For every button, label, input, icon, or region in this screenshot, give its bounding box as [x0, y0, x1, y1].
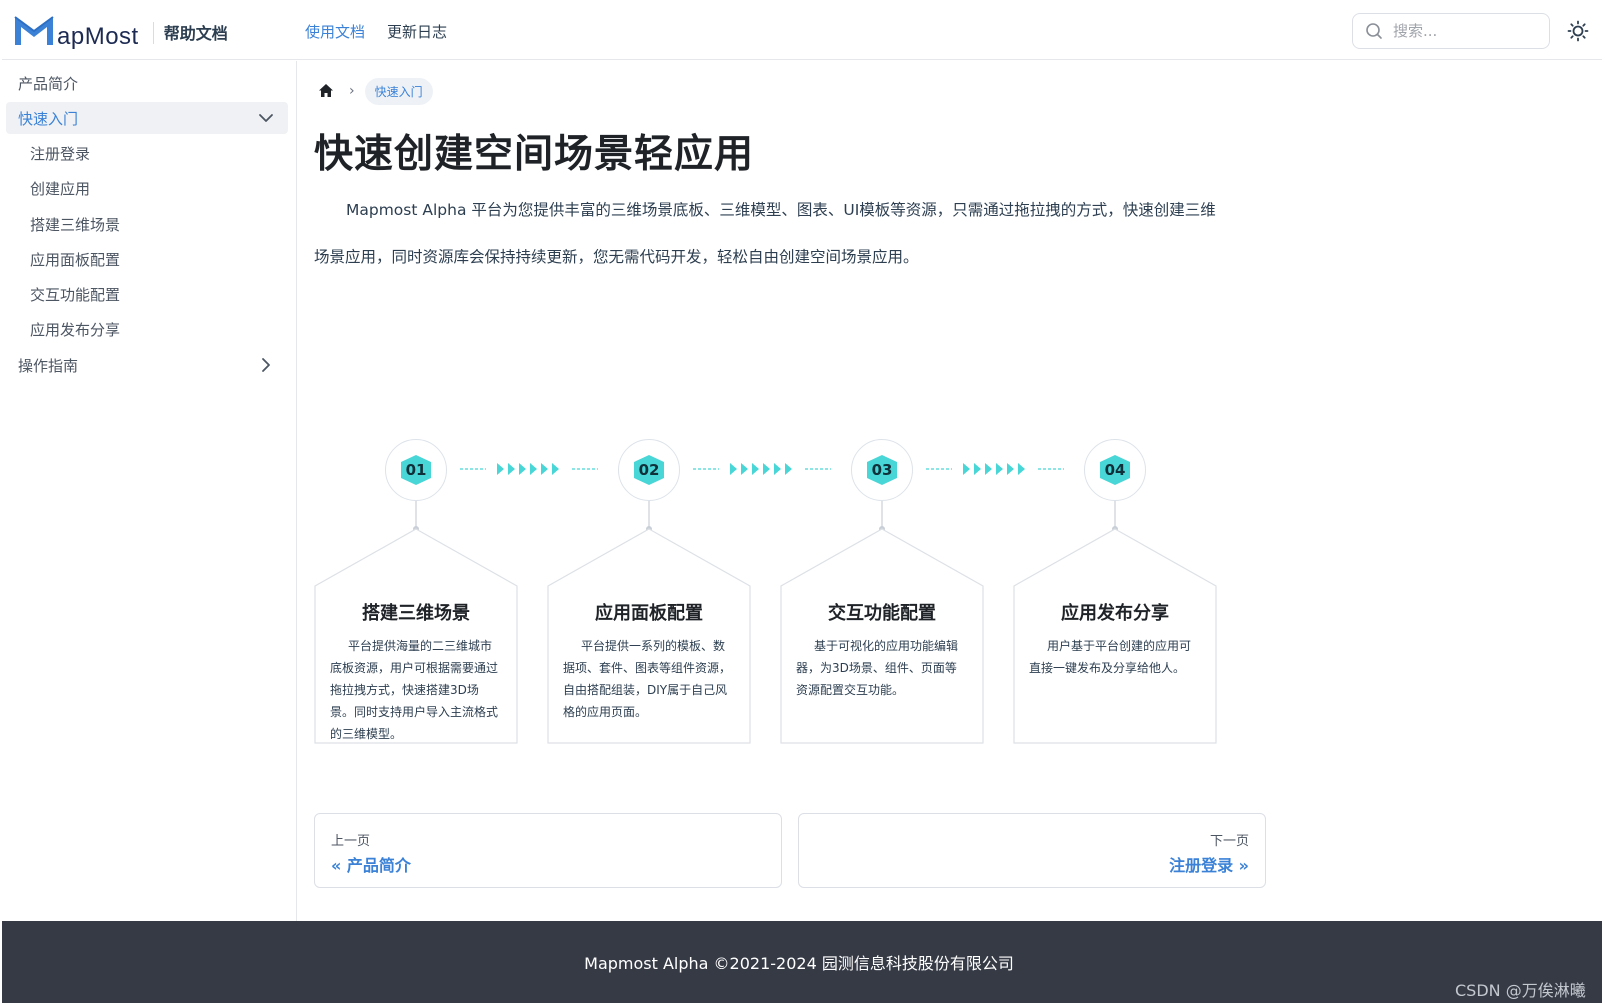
sidebar-item-label: 创建应用: [30, 179, 91, 198]
step-title: 搭建三维场景: [362, 603, 470, 624]
page-footer: Mapmost Alpha ©2021-2024 园测信息科技股份有限公司: [2, 921, 1602, 1003]
top-nav: 使用文档 更新日志: [305, 21, 447, 42]
main-content: › 快速入门 快速创建空间场景轻应用 Mapmost Alpha 平台为您提供丰…: [313, 61, 1583, 921]
logo-divider: [152, 22, 154, 44]
site-name: 帮助文档: [163, 24, 228, 43]
page-title: 快速创建空间场景轻应用: [314, 132, 755, 177]
sidebar-item-build-3d-scene[interactable]: 搭建三维场景: [6, 208, 288, 240]
sidebar-item-label: 快速入门: [18, 109, 79, 128]
step-number: 03: [871, 461, 893, 479]
sidebar-item-label: 应用面板配置: [30, 250, 121, 269]
step-number: 04: [1104, 461, 1126, 479]
step-number-badge: 02: [618, 439, 680, 501]
chevron-right-icon[interactable]: [258, 357, 274, 373]
breadcrumb-current[interactable]: 快速入门: [364, 77, 433, 105]
prev-page-link[interactable]: 上一页 « 产品简介: [314, 813, 782, 888]
intro-paragraph: Mapmost Alpha 平台为您提供丰富的三维场景底板、三维模型、图表、UI…: [314, 201, 1216, 266]
sidebar-item-product-intro[interactable]: 产品简介: [6, 67, 288, 99]
step-card-1: 01 搭建三维场景 平台提供海量的二三维城市底板资源，用户可根据需要通过拖拉拽方…: [314, 437, 518, 817]
step-description: 平台提供海量的二三维城市底板资源，用户可根据需要通过拖拉拽方式，快速搭建3D场景…: [330, 639, 499, 741]
hexagon-icon: 04: [1098, 454, 1132, 486]
sidebar-item-publish-share[interactable]: 应用发布分享: [6, 313, 288, 345]
step-number-badge: 03: [851, 439, 913, 501]
step-card-4: 04 应用发布分享 用户基于平台创建的应用可直接一键发布及分享给他人。: [1013, 437, 1217, 817]
next-page-link[interactable]: 下一页 注册登录 »: [798, 813, 1266, 888]
mapmost-logo-icon: [14, 16, 54, 45]
step-connector-line: [648, 501, 650, 529]
step-description: 平台提供一系列的模板、数据项、套件、图表等组件资源，自由搭配组装，DIY属于自己…: [563, 639, 732, 719]
step-number-badge: 01: [385, 439, 447, 501]
step-title: 交互功能配置: [828, 603, 936, 624]
hexagon-icon: 02: [632, 454, 666, 486]
sidebar-item-label: 操作指南: [18, 356, 79, 375]
sidebar-item-panel-config[interactable]: 应用面板配置: [6, 243, 288, 275]
sidebar-item-label: 应用发布分享: [30, 320, 121, 339]
prev-page-title[interactable]: « 产品简介: [331, 852, 411, 876]
prev-page-label: 上一页: [331, 834, 371, 849]
step-title: 应用发布分享: [1061, 603, 1169, 624]
logo-text: apMost: [57, 23, 139, 50]
step-number-badge: 04: [1084, 439, 1146, 501]
sidebar-item-interaction-config[interactable]: 交互功能配置: [6, 278, 288, 310]
sidebar-item-label: 搭建三维场景: [30, 215, 121, 234]
nav-changelog[interactable]: 更新日志: [387, 21, 447, 42]
next-page-title[interactable]: 注册登录 »: [1169, 852, 1249, 876]
watermark: CSDN @万俟淋曦: [1455, 981, 1586, 1000]
top-header: apMost 帮助文档 使用文档 更新日志: [2, 2, 1602, 60]
next-page-label: 下一页: [1209, 834, 1249, 849]
hexagon-icon: 01: [399, 454, 433, 486]
step-connector-line: [415, 501, 417, 529]
step-card-2: 02 应用面板配置 平台提供一系列的模板、数据项、套件、图表等组件资源，自由搭配…: [547, 437, 751, 817]
step-connector-line: [1114, 501, 1116, 529]
step-description: 基于可视化的应用功能编辑器，为3D场景、组件、页面等资源配置交互功能。: [796, 639, 959, 697]
search-box[interactable]: [1352, 13, 1550, 49]
steps-diagram: 01 搭建三维场景 平台提供海量的二三维城市底板资源，用户可根据需要通过拖拉拽方…: [314, 437, 1314, 827]
nav-docs[interactable]: 使用文档: [305, 21, 365, 42]
sidebar-item-operation-guide[interactable]: 操作指南: [6, 349, 288, 381]
chevron-down-icon[interactable]: [258, 110, 274, 126]
home-icon[interactable]: [317, 82, 335, 100]
step-connector-line: [881, 501, 883, 529]
footer-copyright: Mapmost Alpha ©2021-2024 园测信息科技股份有限公司: [584, 954, 1014, 973]
search-icon: [1366, 23, 1382, 39]
search-input[interactable]: [1393, 22, 1543, 40]
sidebar-item-register[interactable]: 注册登录: [6, 137, 288, 169]
hexagon-icon: 03: [865, 454, 899, 486]
sidebar-item-quickstart[interactable]: 快速入门: [6, 102, 288, 134]
breadcrumb-separator-icon: ›: [349, 83, 355, 99]
step-title: 应用面板配置: [595, 603, 703, 624]
logo[interactable]: apMost 帮助文档: [12, 10, 228, 52]
step-number: 01: [405, 461, 427, 479]
sidebar-item-label: 产品简介: [18, 74, 79, 93]
step-description: 用户基于平台创建的应用可直接一键发布及分享给他人。: [1029, 639, 1192, 675]
sidebar-item-label: 交互功能配置: [30, 285, 121, 304]
breadcrumb: › 快速入门: [317, 77, 433, 105]
step-card-3: 03 交互功能配置 基于可视化的应用功能编辑器，为3D场景、组件、页面等资源配置…: [780, 437, 984, 817]
sidebar-item-create-app[interactable]: 创建应用: [6, 172, 288, 204]
sidebar-item-label: 注册登录: [30, 144, 91, 163]
step-number: 02: [638, 461, 660, 479]
sun-icon[interactable]: [1567, 20, 1589, 42]
sidebar: 产品简介 快速入门 注册登录 创建应用 搭建三维场景 应用面板配置 交互功能配置…: [2, 61, 297, 921]
